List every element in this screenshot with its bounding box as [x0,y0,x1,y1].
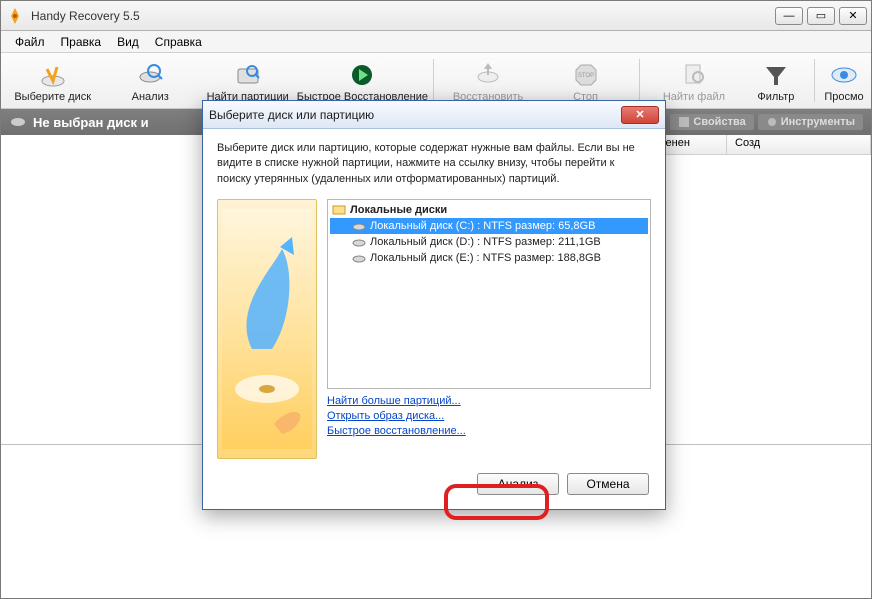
col-created[interactable]: Созд [727,135,871,154]
fast-restore-icon [346,59,378,91]
tools-button[interactable]: Инструменты [758,114,863,130]
link-open-disk-image[interactable]: Открыть образ диска... [327,410,651,422]
toolbar-label: Анализ [132,91,169,103]
dialog-links: Найти больше партиций... Открыть образ д… [327,395,651,437]
select-disk-dialog: Выберите диск или партицию ✕ Выберите ди… [202,100,666,510]
close-button[interactable]: ✕ [839,7,867,25]
cancel-button[interactable]: Отмена [567,473,649,495]
menu-view[interactable]: Вид [109,33,147,51]
find-file-icon [678,59,710,91]
toolbar-label: Выберите диск [14,91,91,103]
toolbar-filter[interactable]: Фильтр [744,55,808,106]
titlebar: Handy Recovery 5.5 — ▭ ✕ [1,1,871,31]
svg-text:STOP: STOP [577,73,593,79]
menubar: Файл Правка Вид Справка [1,31,871,53]
toolbar-divider [433,59,434,102]
toolbar-select-disk[interactable]: Выберите диск [5,55,100,106]
toolbar-divider [639,59,640,102]
analyze-button[interactable]: Анализ [477,473,559,495]
tree-item-d[interactable]: Локальный диск (D:) : NTFS размер: 211,1… [330,234,648,250]
toolbar-label: Фильтр [757,91,794,103]
menu-edit[interactable]: Правка [53,33,110,51]
filter-icon [760,59,792,91]
tree-item-label: Локальный диск (D:) : NTFS размер: 211,1… [370,236,601,248]
toolbar-label: Просмо [824,91,863,103]
disk-status-icon [9,113,27,131]
status-text: Не выбран диск и [33,115,149,130]
properties-button[interactable]: Свойства [670,114,753,130]
tree-item-label: Локальный диск (E:) : NTFS размер: 188,8… [370,252,601,264]
dialog-instruction: Выберите диск или партицию, которые соде… [217,141,651,187]
menu-help[interactable]: Справка [147,33,210,51]
tree-item-c[interactable]: Локальный диск (C:) : NTFS размер: 65,8G… [330,218,648,234]
toolbar-stop: STOP Стоп [538,55,633,106]
toolbar-find-partitions[interactable]: Найти партиции [200,55,295,106]
toolbar-analyze[interactable]: Анализ [102,55,197,106]
tree-item-e[interactable]: Локальный диск (E:) : NTFS размер: 188,8… [330,250,648,266]
analyze-icon [134,59,166,91]
stop-icon: STOP [570,59,602,91]
disk-tree[interactable]: Локальные диски Локальный диск (C:) : NT… [327,199,651,389]
tree-root-label: Локальные диски [350,204,447,216]
maximize-button[interactable]: ▭ [807,7,835,25]
restore-icon [472,59,504,91]
preview-icon [828,59,860,91]
toolbar-preview[interactable]: Просмо [821,55,867,106]
link-fast-restore[interactable]: Быстрое восстановление... [327,425,651,437]
dialog-close-button[interactable]: ✕ [621,106,659,124]
wizard-image [217,199,317,459]
link-find-more-partitions[interactable]: Найти больше партиций... [327,395,651,407]
app-icon [5,6,25,26]
find-partitions-icon [232,59,264,91]
tree-root[interactable]: Локальные диски [330,202,648,218]
app-title: Handy Recovery 5.5 [31,9,775,23]
minimize-button[interactable]: — [775,7,803,25]
toolbar-label: Найти файл [663,91,725,103]
dialog-title: Выберите диск или партицию [209,108,621,122]
toolbar-divider [814,59,815,102]
tree-item-label: Локальный диск (C:) : NTFS размер: 65,8G… [370,220,595,232]
toolbar-find-file: Найти файл [646,55,741,106]
dialog-buttons: Анализ Отмена [217,473,651,497]
toolbar-fast-restore[interactable]: Быстрое Восстановление [297,55,427,106]
menu-file[interactable]: Файл [7,33,53,51]
toolbar-restore: Восстановить [440,55,535,106]
hand-disk-icon [37,59,69,91]
dialog-titlebar: Выберите диск или партицию ✕ [203,101,665,129]
